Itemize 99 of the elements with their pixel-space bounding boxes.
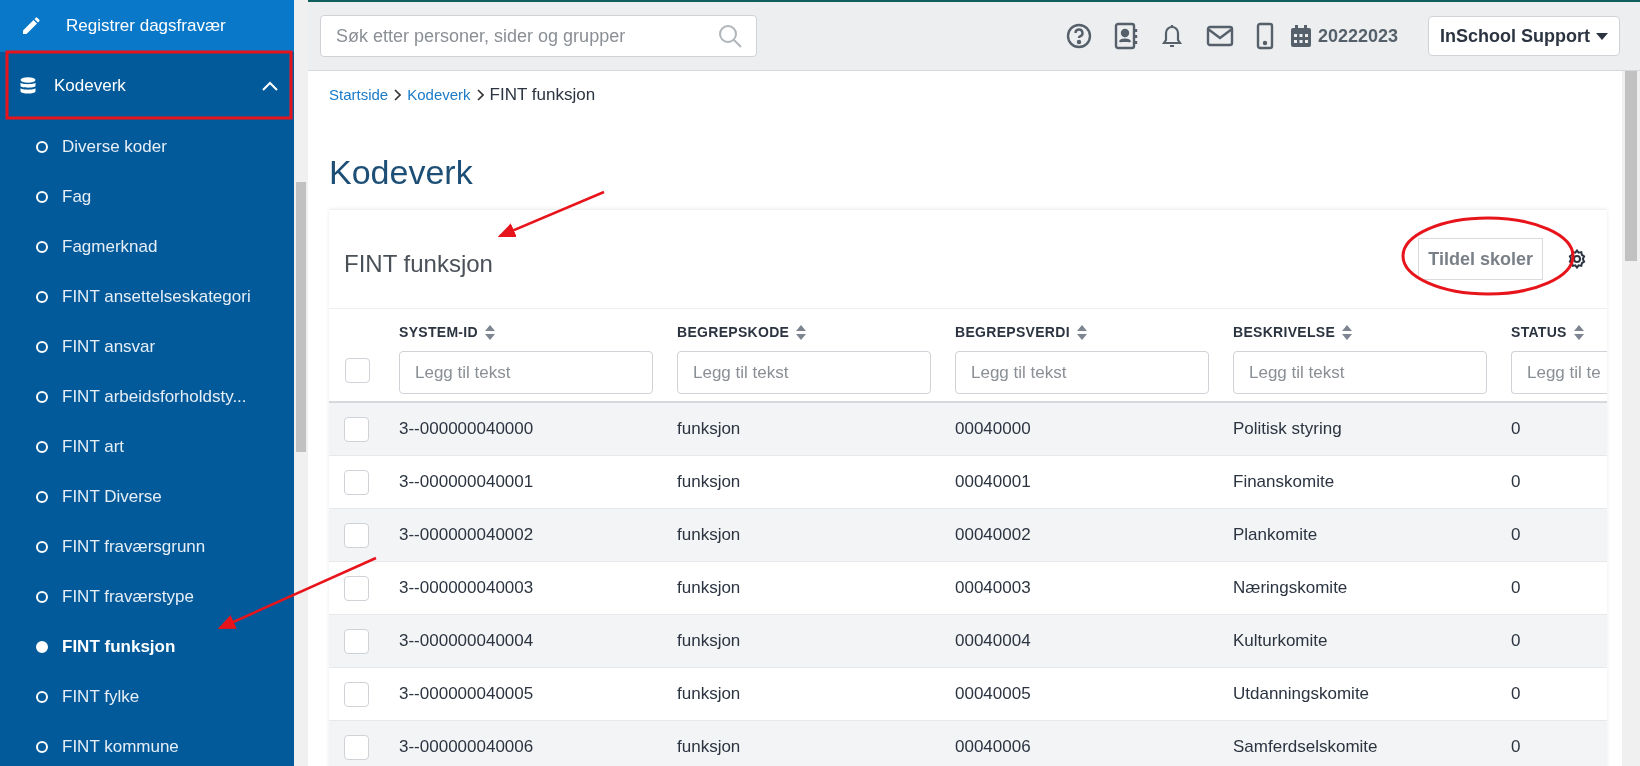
column-header[interactable]: BEGREPSVERDI — [955, 321, 1070, 343]
breadcrumb-link[interactable]: Startside — [329, 83, 389, 107]
table-cell: 0 — [1511, 684, 1521, 704]
checkbox[interactable] — [344, 628, 369, 654]
assign-schools-button[interactable]: Tildel skoler — [1418, 238, 1543, 280]
table-cell: Samferdselskomite — [1233, 737, 1378, 757]
sort-icon[interactable] — [1342, 324, 1353, 340]
table-cell: funksjon — [677, 472, 741, 492]
chevron-right-icon — [476, 89, 484, 101]
sidebar-subitem[interactable]: FINT fraværsgrunn — [0, 522, 294, 572]
table-cell: funksjon — [677, 737, 741, 757]
table-cell: 3--000000040006 — [399, 737, 534, 757]
calendar-icon[interactable] — [1289, 24, 1312, 48]
sidebar-subitem[interactable]: FINT Diverse — [0, 472, 294, 522]
sidebar-subitem[interactable]: Fag — [0, 172, 294, 222]
column-header[interactable]: SYSTEM-ID — [399, 321, 478, 343]
table-cell: funksjon — [677, 578, 741, 598]
sidebar-scrollbar[interactable] — [294, 0, 308, 766]
table-cell: Finanskomite — [1233, 472, 1335, 492]
caret-icon — [1596, 32, 1608, 40]
table-cell: Politisk styring — [1233, 419, 1342, 439]
sort-icon[interactable] — [484, 324, 495, 340]
table-cell: funksjon — [677, 684, 741, 704]
chevron-right-icon — [394, 89, 402, 101]
school-year[interactable]: 20222023 — [1317, 22, 1398, 50]
chevron-icon[interactable] — [262, 81, 278, 91]
table-cell: 00040000 — [955, 419, 1031, 439]
table-cell: 0 — [1511, 525, 1521, 545]
checkbox[interactable] — [344, 416, 369, 442]
checkbox[interactable] — [344, 575, 369, 601]
table-cell: 0 — [1511, 737, 1521, 757]
sidebar-subitem[interactable]: FINT ansvar — [0, 322, 294, 372]
table-cell: 0 — [1511, 631, 1521, 651]
table-cell: 0 — [1511, 578, 1521, 598]
table-cell: 0 — [1511, 472, 1521, 492]
breadcrumb-link[interactable]: Kodeverk — [407, 83, 471, 107]
breadcrumb-current: FINT funksjon — [489, 84, 596, 107]
pencil-icon — [22, 17, 40, 35]
checkbox[interactable] — [345, 358, 370, 383]
search-field[interactable]: Søk etter personer, sider og grupper — [320, 15, 757, 57]
settings-icon[interactable] — [1567, 249, 1587, 269]
checkbox[interactable] — [344, 469, 369, 495]
filter-field[interactable]: Legg til tekst — [1233, 351, 1487, 394]
table-cell: 3--000000040003 — [399, 578, 534, 598]
table-cell: Utdanningskomite — [1233, 684, 1370, 704]
search-icon[interactable] — [718, 24, 742, 48]
sidebar-item[interactable]: Registrer dagsfravær — [0, 0, 294, 52]
scrollbar-thumb[interactable] — [1625, 71, 1637, 261]
table-cell: funksjon — [677, 525, 741, 545]
column-header[interactable]: BESKRIVELSE — [1233, 321, 1336, 343]
filter-field[interactable]: Legg til tekst — [677, 351, 931, 394]
table-cell: funksjon — [677, 419, 741, 439]
table-cell: 3--000000040002 — [399, 525, 534, 545]
filter-field[interactable]: Legg til tekst — [955, 351, 1209, 394]
sidebar-subitem[interactable]: FINT ansettelseskategori — [0, 272, 294, 322]
filter-field[interactable]: Legg til tekst — [399, 351, 653, 394]
sort-icon[interactable] — [1573, 324, 1584, 340]
checkbox[interactable] — [344, 681, 369, 707]
sidebar-subitem[interactable]: Fagmerknad — [0, 222, 294, 272]
filter-field[interactable]: Legg til te — [1511, 351, 1607, 394]
table-cell: 3--000000040001 — [399, 472, 534, 492]
table-cell: 00040001 — [955, 472, 1031, 492]
table-cell: 00040004 — [955, 631, 1031, 651]
table-cell: Næringskomite — [1233, 578, 1348, 598]
table-cell: Kulturkomite — [1233, 631, 1328, 651]
page-title: Kodeverk — [329, 152, 474, 193]
sort-icon[interactable] — [796, 324, 807, 340]
column-header[interactable]: STATUS — [1511, 321, 1567, 343]
sidebar-subitem[interactable]: FINT kommune — [0, 722, 294, 766]
table-cell: Plankomite — [1233, 525, 1318, 545]
sidebar-subitem[interactable]: Diverse koder — [0, 122, 294, 172]
sidebar-subitem[interactable]: FINT art — [0, 422, 294, 472]
user-menu-button[interactable]: InSchool Support — [1428, 16, 1620, 56]
table-cell: 00040003 — [955, 578, 1031, 598]
column-header[interactable]: BEGREPSKODE — [677, 321, 790, 343]
card-title: FINT funksjon — [344, 249, 493, 279]
checkbox[interactable] — [344, 734, 369, 760]
table-cell: 3--000000040005 — [399, 684, 534, 704]
page-scrollbar[interactable] — [1622, 71, 1640, 766]
table-cell: 00040002 — [955, 525, 1031, 545]
sort-icon[interactable] — [1076, 324, 1087, 340]
table-cell: 00040006 — [955, 737, 1031, 757]
checkbox[interactable] — [344, 522, 369, 548]
table-cell: funksjon — [677, 631, 741, 651]
sidebar-subitem[interactable]: FINT funksjon — [0, 622, 294, 672]
table-cell: 3--000000040000 — [399, 419, 534, 439]
database-icon — [20, 77, 36, 95]
table-cell: 00040005 — [955, 684, 1031, 704]
contact-book-icon[interactable] — [1113, 22, 1138, 50]
sidebar-subitem[interactable]: FINT arbeidsforholdsty... — [0, 372, 294, 422]
table-cell: 3--000000040004 — [399, 631, 534, 651]
sidebar-subitem[interactable]: FINT fylke — [0, 672, 294, 722]
phone-icon[interactable] — [1255, 22, 1274, 50]
table-cell: 0 — [1511, 419, 1521, 439]
scrollbar-thumb[interactable] — [296, 182, 306, 452]
bell-icon[interactable] — [1159, 22, 1184, 50]
envelope-icon[interactable] — [1205, 25, 1234, 47]
help-icon[interactable] — [1065, 23, 1092, 49]
sidebar-subitem[interactable]: FINT fraværstype — [0, 572, 294, 622]
